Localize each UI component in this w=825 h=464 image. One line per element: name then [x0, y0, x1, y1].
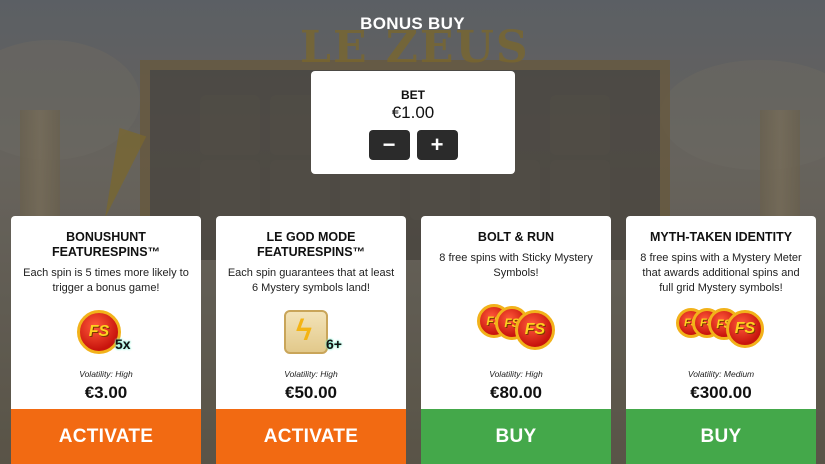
card-price: €3.00	[84, 383, 128, 402]
card-description: 8 free spins with a Mystery Meter that a…	[640, 252, 802, 294]
bonus-card-bonushunt: BONUSHUNT FEATURESPINS™ Each spin is 5 t…	[11, 216, 201, 464]
card-price: €300.00	[690, 383, 752, 402]
card-title: BOLT & RUN	[477, 230, 555, 244]
card-description: Each spin is 5 times more likely to trig…	[23, 267, 189, 294]
bet-label: BET	[401, 88, 425, 102]
bonus-card-myth-taken-identity: MYTH-TAKEN IDENTITY 8 free spins with a …	[626, 216, 816, 464]
bet-panel: BET €1.00 − +	[311, 71, 515, 174]
volatility-label: Volatility: High	[489, 369, 543, 379]
volatility-label: Volatility: Medium	[687, 369, 755, 379]
card-title: MYTH-TAKEN IDENTITY	[649, 230, 793, 244]
buy-button[interactable]: BUY	[626, 409, 816, 464]
volatility-label: Volatility: High	[284, 369, 338, 379]
plus-icon: +	[430, 132, 444, 157]
multiplier-badge: 6+	[326, 336, 342, 352]
decrease-bet-button[interactable]: −	[368, 130, 410, 160]
lightning-scroll-icon: ϟ 6+	[216, 304, 406, 374]
activate-button[interactable]: ACTIVATE	[11, 409, 201, 464]
card-description: Each spin guarantees that at least 6 Mys…	[227, 267, 395, 294]
card-title: BONUSHUNT FEATURESPINS™	[51, 230, 161, 259]
multiplier-badge: 5x	[115, 336, 131, 352]
increase-bet-button[interactable]: +	[416, 130, 458, 160]
card-description: 8 free spins with Sticky Mystery Symbols…	[439, 252, 593, 279]
fs-coins-stack-icon: FS FS FS FS	[626, 298, 816, 368]
bonus-card-bolt-and-run: BOLT & RUN 8 free spins with Sticky Myst…	[421, 216, 611, 464]
fs-coins-icon: FS FS FS	[421, 298, 611, 368]
card-title: LE GOD MODE FEATURESPINS™	[256, 230, 366, 259]
bonus-card-le-god-mode: LE GOD MODE FEATURESPINS™ Each spin guar…	[216, 216, 406, 464]
card-price: €80.00	[490, 383, 542, 402]
activate-button[interactable]: ACTIVATE	[216, 409, 406, 464]
bet-value: €1.00	[391, 103, 435, 122]
page-title: BONUS BUY	[360, 14, 465, 33]
buy-button[interactable]: BUY	[421, 409, 611, 464]
volatility-label: Volatility: High	[79, 369, 133, 379]
minus-icon: −	[382, 132, 396, 157]
card-price: €50.00	[285, 383, 337, 402]
fs-coin-icon: FS 5x	[11, 304, 201, 374]
